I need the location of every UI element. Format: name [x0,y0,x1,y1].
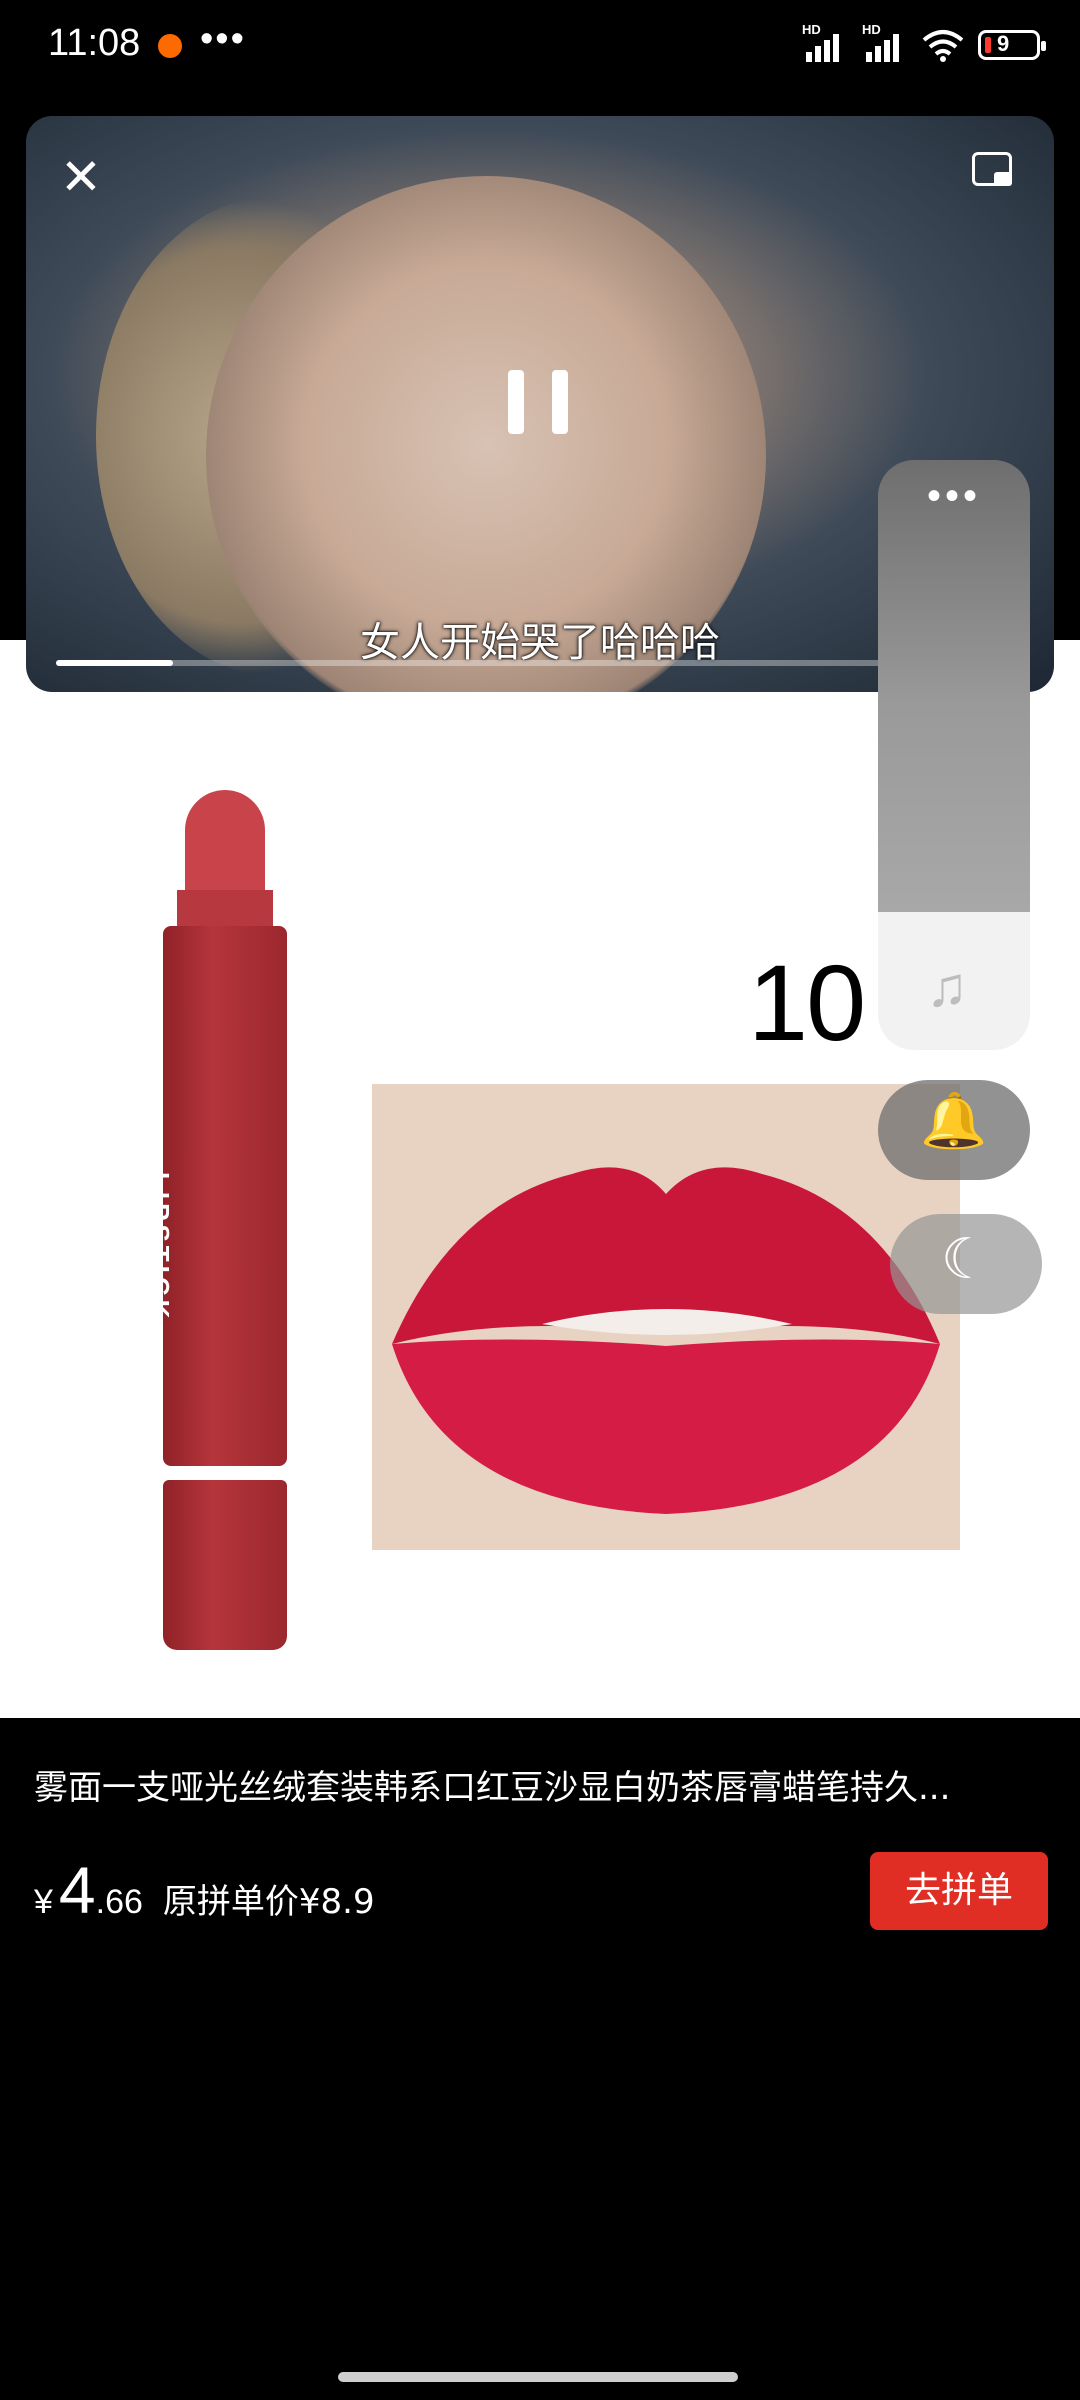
app-notification-icon [158,34,182,58]
moon-button[interactable]: ☾ [890,1214,1042,1314]
moon-icon: ☾ [940,1227,992,1290]
bell-icon: 🔔 [920,1091,988,1151]
pause-icon[interactable] [508,370,568,434]
bell-button[interactable]: 🔔 [878,1080,1030,1180]
status-bar: 11:08 ••• HD HD 9 [0,0,1080,100]
product-title[interactable]: 雾面一支哑光丝绒套装韩系口红豆沙显白奶茶唇膏蜡笔持久... [34,1760,1044,1809]
video-progress-fill [56,660,173,666]
home-indicator[interactable] [338,2372,738,2382]
original-price: 原拼单价¥8.9 [162,1882,375,1922]
battery-icon: 9 [978,30,1046,60]
price-integer: 4 [58,1853,96,1927]
music-icon[interactable]: ♫ [926,954,968,1019]
lipstick-image [155,790,295,1656]
status-more-icon: ••• [200,18,246,60]
brand-subtitle: LIPSTICK [145,1172,175,1323]
group-buy-button[interactable]: 去拼单 [870,1852,1048,1930]
lips-swatch-image [372,1084,960,1550]
signal-icon-2: HD [862,22,908,62]
battery-level: 9 [997,31,1010,56]
wifi-icon [922,30,964,62]
brightness-slider[interactable] [878,460,1030,912]
more-icon[interactable]: ••• [878,474,1030,519]
signal-icon: HD [802,22,848,62]
side-control-panel[interactable]: ••• ♫ [878,460,1030,1050]
status-time: 11:08 [48,22,141,64]
price-decimal: .66 [95,1883,143,1921]
product-number-label: 10 [748,942,866,1063]
price-row: ¥ 4 .66 原拼单价¥8.9 [34,1852,375,1928]
price-currency: ¥ [34,1883,53,1921]
picture-in-picture-icon[interactable] [972,152,1012,186]
video-progress-bar[interactable] [56,660,956,666]
status-icons: HD HD 9 [802,22,1046,62]
close-icon[interactable]: ✕ [60,148,102,206]
